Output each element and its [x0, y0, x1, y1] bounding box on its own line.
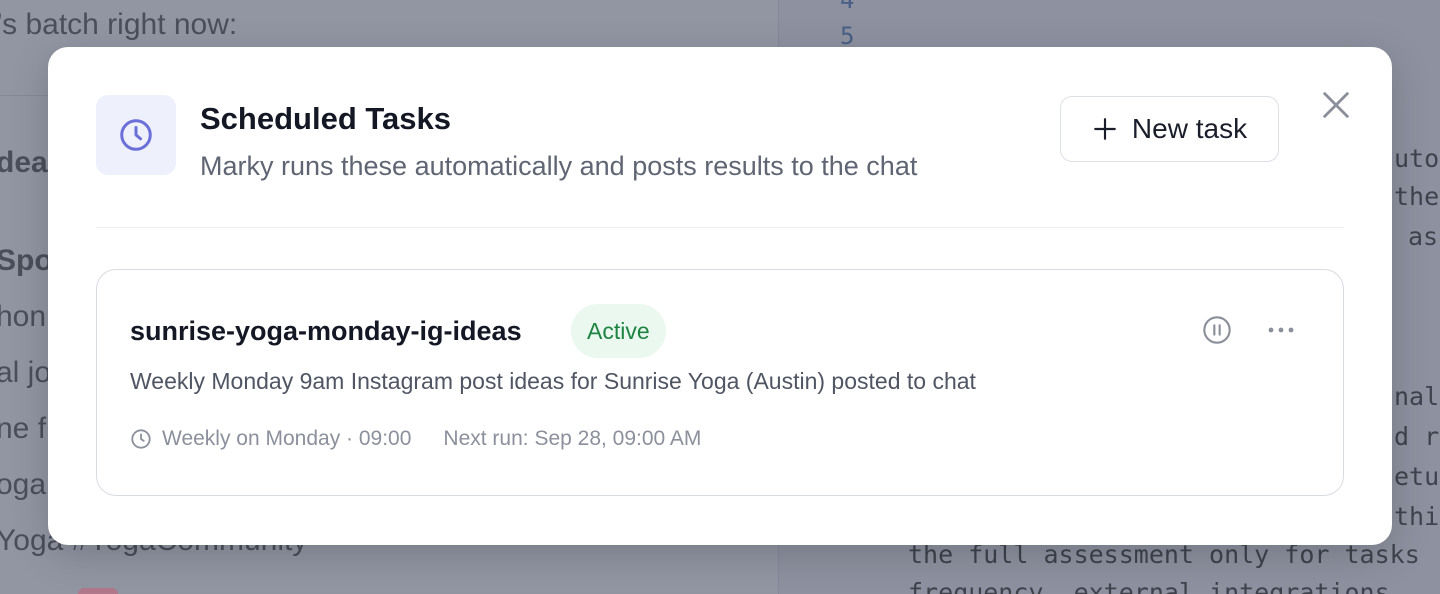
new-task-button[interactable]: New task [1060, 96, 1279, 162]
task-description: Weekly Monday 9am Instagram post ideas f… [130, 368, 976, 394]
modal-title: Scheduled Tasks [200, 101, 451, 136]
header-divider [96, 227, 1344, 228]
task-schedule: Weekly on Monday · 09:00 [162, 427, 412, 450]
task-meta: Weekly on Monday · 09:00 Next run: Sep 2… [130, 425, 701, 453]
clock-icon [131, 429, 151, 449]
clock-icon [120, 119, 152, 151]
new-task-label: New task [1131, 113, 1248, 144]
modal-subtitle: Marky runs these automatically and posts… [200, 151, 918, 181]
close-icon [1323, 92, 1349, 118]
header-icon-container [96, 95, 176, 175]
scheduled-tasks-modal: Scheduled Tasks Marky runs these automat… [48, 47, 1392, 545]
status-badge: Active [571, 304, 666, 358]
pause-button[interactable] [1201, 314, 1233, 346]
more-horizontal-icon [1268, 327, 1294, 333]
task-next-run: Next run: Sep 28, 09:00 AM [443, 427, 702, 450]
task-card[interactable]: sunrise-yoga-monday-ig-ideas Active Week… [96, 269, 1344, 496]
pause-icon [1203, 316, 1231, 344]
more-options-button[interactable] [1263, 314, 1299, 346]
close-button[interactable] [1316, 85, 1356, 125]
task-name: sunrise-yoga-monday-ig-ideas [130, 316, 522, 346]
plus-icon [1094, 118, 1116, 140]
